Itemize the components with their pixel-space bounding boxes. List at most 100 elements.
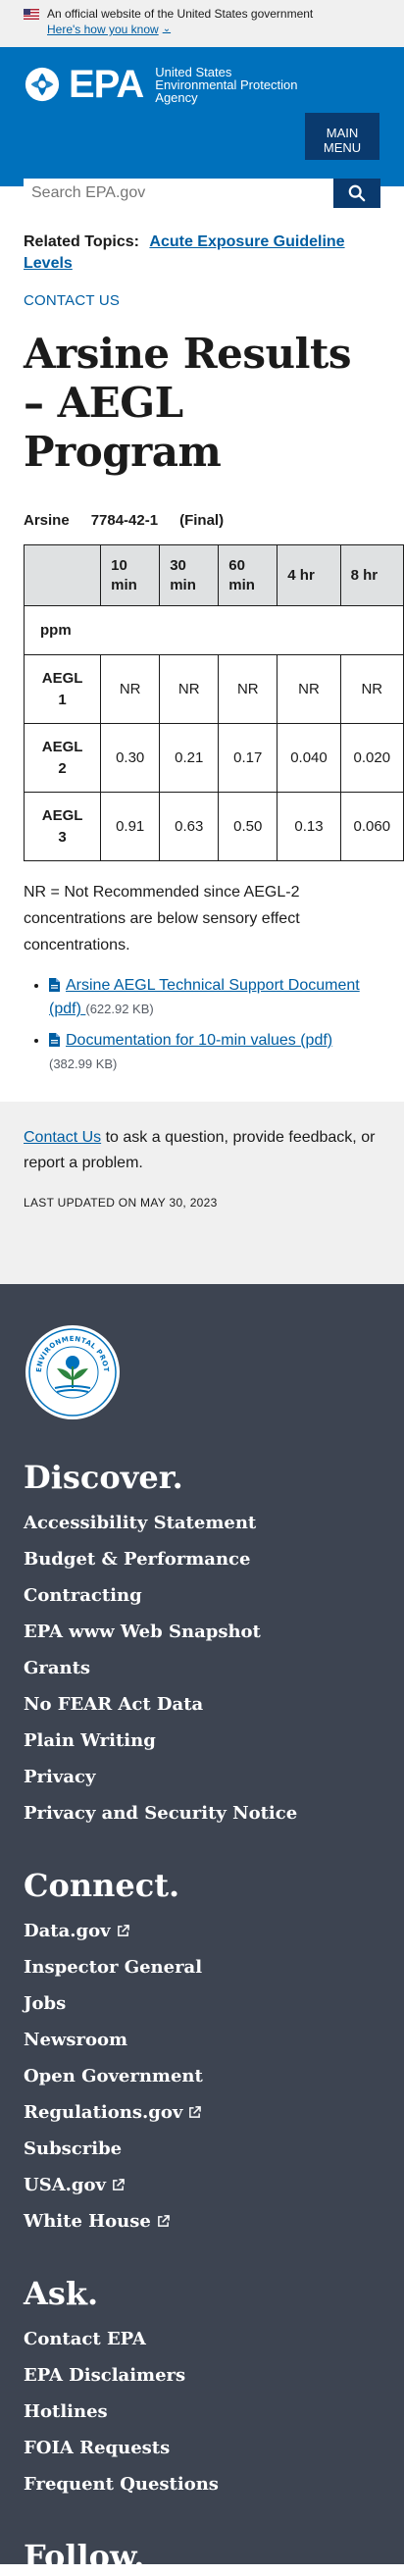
- contact-us-link[interactable]: CONTACT US: [24, 292, 120, 309]
- list-item: White House: [24, 2211, 380, 2233]
- gov-banner: An official website of the United States…: [0, 0, 404, 47]
- chemical-name: Arsine: [24, 512, 70, 529]
- table-header-blank: [24, 544, 102, 606]
- list-item: USA.gov: [24, 2175, 380, 2196]
- footer-link[interactable]: Regulations.gov: [24, 2102, 202, 2123]
- table-cell: 0.50: [218, 792, 278, 861]
- list-item: No FEAR Act Data: [24, 1694, 380, 1716]
- table-cell: 0.040: [277, 723, 341, 793]
- table-cell: NR: [159, 654, 220, 724]
- footer-link[interactable]: Contact EPA: [24, 2329, 146, 2349]
- footer-ask: Ask. Contact EPA EPA Disclaimers Hotline…: [24, 2274, 380, 2496]
- footer-connect: Connect. Data.gov Inspector General Jobs…: [24, 1866, 380, 2233]
- main-content: Related Topics: Acute Exposure Guideline…: [0, 232, 404, 1076]
- nr-note: NR = Not Recommended since AEGL-2 concen…: [24, 884, 300, 953]
- us-flag-icon: [24, 8, 39, 20]
- external-link-icon: [113, 2179, 125, 2190]
- footer-link[interactable]: Newsroom: [24, 2030, 127, 2050]
- table-unit-cell: ppm: [24, 605, 404, 655]
- aegl-level-cell: AEGL 1: [24, 654, 102, 724]
- list-item: Accessibility Statement: [24, 1513, 380, 1534]
- search-input[interactable]: [24, 179, 333, 208]
- search-form: [24, 179, 380, 208]
- table-cell: 0.17: [218, 723, 278, 793]
- table-cell: 0.91: [100, 792, 161, 861]
- footer-discover: Discover. Accessibility Statement Budget…: [24, 1458, 380, 1825]
- search-button[interactable]: [333, 179, 380, 208]
- page-title: Arsine Results – AEGL Program: [24, 330, 352, 476]
- footer-link[interactable]: Grants: [24, 1658, 90, 1678]
- chevron-down-icon: ⌄: [162, 24, 172, 34]
- table-cell: 0.30: [100, 723, 161, 793]
- footer-link[interactable]: Contracting: [24, 1585, 142, 1606]
- footer-follow-heading: Follow.: [24, 2538, 145, 2575]
- aegl-table-scroll[interactable]: 10 min 30 min 60 min 4 hr 8 hr ppm AEGL …: [24, 544, 404, 861]
- footer-follow: Follow.: [24, 2537, 380, 2576]
- footer-link[interactable]: Frequent Questions: [24, 2474, 219, 2495]
- footer-link[interactable]: EPA www Web Snapshot: [24, 1622, 261, 1642]
- footer-link[interactable]: FOIA Requests: [24, 2438, 170, 2458]
- aegl-level-cell: AEGL 2: [24, 723, 102, 793]
- table-unit-row: ppm: [24, 605, 404, 655]
- table-header-cell: 4 hr: [277, 544, 341, 606]
- aegl-level-cell: AEGL 3: [24, 792, 102, 861]
- list-item: Contact EPA: [24, 2329, 380, 2350]
- footer-ask-heading: Ask.: [24, 2275, 99, 2312]
- list-item: Inspector General: [24, 1957, 380, 1979]
- list-item: EPA www Web Snapshot: [24, 1622, 380, 1643]
- contact-us-bottom-link[interactable]: Contact Us: [24, 1129, 101, 1146]
- epa-agency-name: United States Environmental Protection A…: [155, 64, 298, 105]
- table-cell: 0.020: [339, 723, 404, 793]
- list-item: Regulations.gov: [24, 2102, 380, 2124]
- table-cell: NR: [339, 654, 404, 724]
- tenmin-pdf-link[interactable]: Documentation for 10-min values (pdf): [49, 1032, 332, 1049]
- site-footer: UNITED STATES ENVIRONMENTAL PROTECTION A…: [0, 1284, 404, 2575]
- list-item: Hotlines: [24, 2401, 380, 2423]
- table-row: AEGL 2 0.30 0.21 0.17 0.040 0.020: [24, 723, 404, 793]
- footer-link[interactable]: White House: [24, 2211, 170, 2232]
- table-cell: 0.21: [159, 723, 220, 793]
- chemical-status: (Final): [179, 512, 225, 529]
- epa-logo-link[interactable]: EPA United States Environmental Protecti…: [24, 65, 298, 104]
- footer-link[interactable]: EPA Disclaimers: [24, 2365, 185, 2386]
- external-link-icon: [157, 2215, 170, 2227]
- last-updated: LAST UPDATED ON MAY 30, 2023: [24, 1196, 218, 1210]
- list-item: Contracting: [24, 1585, 380, 1607]
- file-icon: [49, 978, 60, 992]
- list-item: EPA Disclaimers: [24, 2365, 380, 2387]
- how-you-know-link[interactable]: Here's how you know ⌄: [47, 22, 171, 37]
- contact-paragraph: Contact Us to ask a question, provide fe…: [24, 1129, 376, 1171]
- list-item: Privacy and Security Notice: [24, 1803, 380, 1825]
- table-row: AEGL 3 0.91 0.63 0.50 0.13 0.060: [24, 792, 404, 861]
- footer-link[interactable]: Hotlines: [24, 2401, 108, 2422]
- file-icon: [49, 1033, 60, 1047]
- related-topics-label: Related Topics:: [24, 233, 139, 250]
- footer-link[interactable]: USA.gov: [24, 2175, 125, 2195]
- footer-connect-heading: Connect.: [24, 1867, 180, 1904]
- list-item: Privacy: [24, 1767, 380, 1788]
- external-link-icon: [117, 1925, 129, 1936]
- footer-link[interactable]: Jobs: [24, 1993, 66, 2014]
- footer-link[interactable]: Subscribe: [24, 2138, 122, 2159]
- epa-seal-logo[interactable]: UNITED STATES ENVIRONMENTAL PROTECTION A…: [20, 1317, 122, 1421]
- table-header-cell: 8 hr: [339, 544, 404, 606]
- footer-link[interactable]: Budget & Performance: [24, 1549, 250, 1570]
- footer-link[interactable]: Privacy: [24, 1767, 95, 1787]
- footer-ask-list: Contact EPA EPA Disclaimers Hotlines FOI…: [24, 2329, 380, 2496]
- main-menu-button[interactable]: MAIN MENU: [305, 113, 379, 160]
- list-item: Budget & Performance: [24, 1549, 380, 1571]
- site-header: EPA United States Environmental Protecti…: [0, 47, 404, 208]
- footer-link[interactable]: Plain Writing: [24, 1730, 156, 1751]
- epa-flower-icon: [25, 67, 60, 102]
- footer-link[interactable]: Open Government: [24, 2066, 203, 2087]
- footer-link[interactable]: Inspector General: [24, 1957, 202, 1978]
- footer-link[interactable]: Accessibility Statement: [24, 1513, 256, 1533]
- contact-box: Contact Us to ask a question, provide fe…: [0, 1102, 404, 1284]
- footer-link[interactable]: No FEAR Act Data: [24, 1694, 203, 1715]
- table-cell: NR: [100, 654, 161, 724]
- list-item: Arsine AEGL Technical Support Document (…: [49, 974, 380, 1021]
- footer-link[interactable]: Privacy and Security Notice: [24, 1803, 297, 1824]
- gov-banner-text: An official website of the United States…: [47, 7, 314, 21]
- external-link-icon: [189, 2106, 202, 2118]
- footer-link[interactable]: Data.gov: [24, 1921, 129, 1941]
